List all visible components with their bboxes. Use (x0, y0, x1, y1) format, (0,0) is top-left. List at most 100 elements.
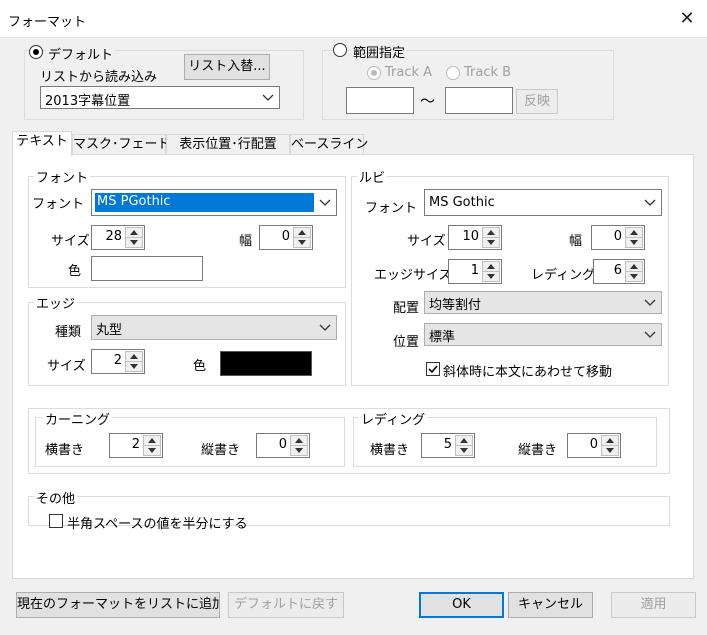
halfspace-checkbox[interactable] (49, 514, 63, 528)
other-group-title: その他 (34, 488, 78, 507)
preset-select-value: 2013字幕位置 (45, 94, 131, 109)
font-size-stepper[interactable]: 28 (91, 225, 145, 250)
leading-horizontal-value: 5 (443, 437, 452, 452)
ruby-font-value: MS Gothic (429, 195, 495, 210)
kerning-group-title: カーニング (43, 409, 113, 428)
tab-baseline[interactable]: ベースライン (290, 134, 368, 156)
font-select[interactable]: MS PGothic (91, 189, 337, 216)
ruby-edge-size-label: エッジサイズ (374, 268, 452, 283)
triangle-up-icon (630, 230, 638, 235)
triangle-up-icon (130, 354, 138, 359)
chevron-down-icon (644, 299, 656, 306)
track-b-label[interactable]: Track B (464, 65, 511, 80)
triangle-down-icon (460, 448, 468, 453)
tab-text[interactable]: テキスト (12, 131, 72, 156)
range-radio[interactable] (333, 43, 347, 57)
reset-default-button[interactable]: デフォルトに戻す (228, 592, 344, 618)
ruby-leading-label: レディング (531, 268, 596, 283)
ruby-position-select[interactable]: 標準 (424, 323, 662, 346)
italic-move-label[interactable]: 斜体時に本文にあわせて移動 (443, 361, 612, 380)
apply-button[interactable]: 適用 (611, 592, 696, 618)
text-tab-panel: フォント フォント MS PGothic サイズ 28 幅 0 色 エッジ 種類… (12, 154, 694, 579)
edge-type-value: 丸型 (96, 323, 123, 338)
ruby-width-value: 0 (613, 229, 622, 244)
default-radio[interactable] (29, 45, 43, 59)
italic-move-checkbox[interactable] (426, 362, 440, 376)
triangle-up-icon (130, 230, 138, 235)
tab-position[interactable]: 表示位置･行配置 (166, 134, 290, 156)
edge-color-swatch[interactable] (220, 351, 312, 376)
triangle-down-icon (487, 240, 495, 245)
range-end-input[interactable] (445, 87, 513, 114)
edge-type-label: 種類 (55, 325, 82, 340)
apply-range-button[interactable]: 反映 (516, 89, 558, 114)
font-width-stepper[interactable]: 0 (259, 225, 313, 250)
edge-group-title: エッジ (34, 293, 78, 312)
triangle-down-icon (130, 364, 138, 369)
edge-type-select[interactable]: 丸型 (91, 315, 337, 340)
spin-down-button[interactable] (125, 237, 143, 248)
spin-down-button[interactable] (455, 445, 473, 456)
triangle-up-icon (148, 438, 156, 443)
spin-down-button[interactable] (482, 271, 500, 282)
font-width-label: 幅 (239, 234, 253, 249)
spin-down-button[interactable] (625, 237, 643, 248)
ruby-font-select[interactable]: MS Gothic (424, 189, 662, 216)
range-radio-label[interactable]: 範囲指定 (351, 42, 408, 61)
font-size-label: サイズ (51, 234, 90, 249)
triangle-down-icon (487, 274, 495, 279)
swap-list-button[interactable]: リスト入替... (184, 54, 270, 80)
ruby-leading-stepper[interactable]: 6 (593, 259, 645, 284)
checkmark-icon (428, 365, 438, 374)
edge-size-stepper[interactable]: 2 (91, 349, 145, 374)
ruby-width-stepper[interactable]: 0 (591, 225, 645, 250)
spin-down-button[interactable] (293, 237, 311, 248)
ok-button[interactable]: OK (419, 592, 504, 618)
leading-horizontal-stepper[interactable]: 5 (421, 433, 475, 458)
spin-down-button[interactable] (143, 445, 161, 456)
triangle-down-icon (630, 240, 638, 245)
add-to-list-button[interactable]: 現在のフォーマットをリストに追加 (16, 592, 220, 618)
ruby-position-value: 標準 (429, 330, 456, 345)
spin-down-button[interactable] (125, 361, 143, 372)
tab-mask-fade[interactable]: マスク･フェード (72, 134, 171, 156)
default-radio-label[interactable]: デフォルト (46, 44, 116, 63)
triangle-up-icon (298, 230, 306, 235)
leading-horizontal-label: 横書き (370, 443, 410, 458)
chevron-down-icon (644, 199, 656, 206)
spin-down-button[interactable] (625, 271, 643, 282)
kerning-horizontal-stepper[interactable]: 2 (109, 433, 163, 458)
ruby-font-label: フォント (365, 201, 418, 216)
ruby-size-stepper[interactable]: 10 (448, 225, 502, 250)
font-color-swatch[interactable] (91, 256, 203, 281)
ruby-edge-size-stepper[interactable]: 1 (448, 259, 502, 284)
preset-select[interactable]: 2013字幕位置 (40, 86, 280, 109)
track-b-radio[interactable] (446, 66, 460, 80)
font-color-label: 色 (68, 264, 82, 279)
font-label: フォント (32, 197, 85, 212)
triangle-up-icon (606, 438, 614, 443)
edge-size-label: サイズ (47, 359, 86, 374)
kerning-vertical-stepper[interactable]: 0 (256, 433, 310, 458)
leading-vertical-stepper[interactable]: 0 (567, 433, 621, 458)
ruby-align-select[interactable]: 均等割付 (424, 291, 662, 314)
close-icon[interactable]: ✕ (672, 6, 702, 32)
ruby-align-value: 均等割付 (429, 298, 482, 313)
halfspace-label[interactable]: 半角スペースの値を半分にする (67, 513, 248, 532)
font-select-value: MS PGothic (95, 193, 314, 212)
range-start-input[interactable] (346, 87, 414, 114)
ruby-size-value: 10 (462, 229, 479, 244)
edge-color-label: 色 (193, 359, 207, 374)
track-a-label[interactable]: Track A (385, 65, 432, 80)
kerning-vertical-value: 0 (278, 437, 287, 452)
chevron-down-icon (262, 94, 274, 101)
leading-vertical-value: 0 (589, 437, 598, 452)
track-a-radio[interactable] (367, 66, 381, 80)
edge-size-value: 2 (113, 353, 122, 368)
cancel-button[interactable]: キャンセル (508, 592, 593, 618)
spin-down-button[interactable] (290, 445, 308, 456)
spin-down-button[interactable] (482, 237, 500, 248)
spin-down-button[interactable] (601, 445, 619, 456)
ruby-group-title: ルビ (357, 167, 388, 186)
chevron-down-icon (319, 324, 331, 331)
